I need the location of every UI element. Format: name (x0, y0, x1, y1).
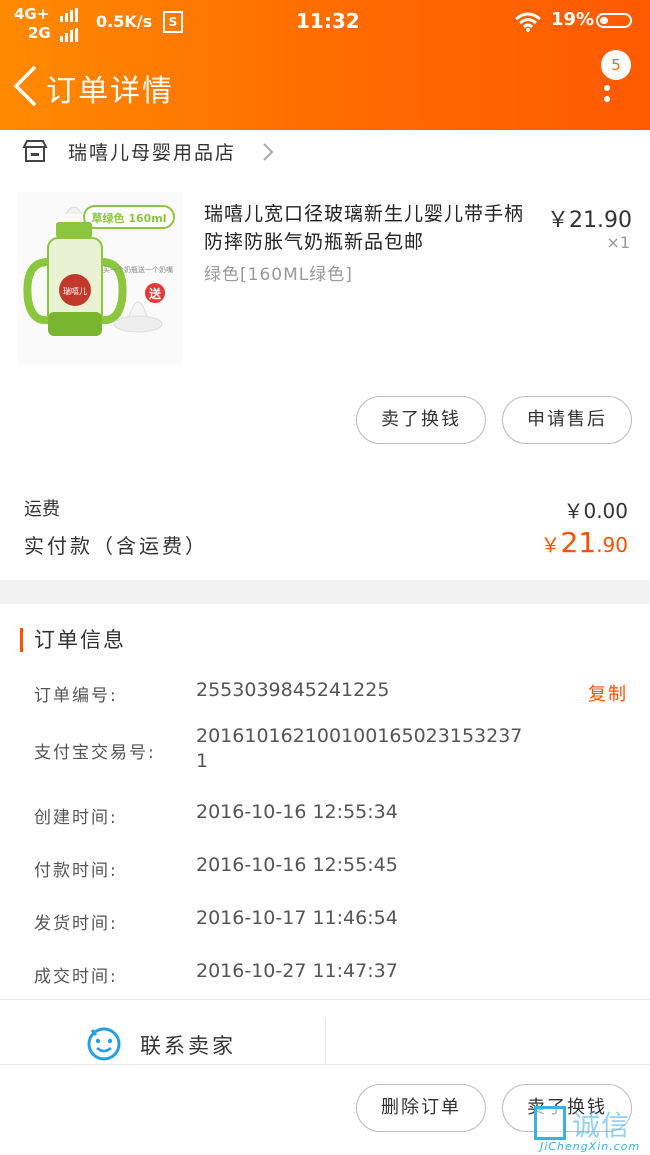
paid-amount: ￥21.90 (541, 526, 628, 559)
closed-time-label: 成交时间: (34, 967, 118, 987)
shipped-time-label: 发货时间: (34, 914, 118, 934)
after-sales-button[interactable]: 申请售后 (502, 396, 632, 444)
vertical-divider (325, 1018, 326, 1064)
wifi-icon (515, 12, 541, 32)
image-tag-text: 草绿色 160ml (91, 211, 166, 225)
shipping-value: ￥0.00 (563, 499, 628, 523)
alipay-value-line2: 1 (196, 750, 209, 772)
section-divider (0, 580, 650, 604)
chevron-right-icon (263, 143, 274, 161)
product-title[interactable]: 瑞嘻儿宽口径玻璃新生儿婴儿带手柄防摔防胀气奶瓶新品包邮 (204, 200, 534, 256)
divider-line-bottom (0, 1064, 650, 1065)
network-bottom: 2G (28, 24, 51, 42)
product-image[interactable]: 草绿色 160ml 瑞嘻儿 买一个奶瓶送一个奶嘴 送 (18, 192, 182, 364)
chat-face-icon (87, 1027, 121, 1061)
alipay-label: 支付宝交易号: (34, 743, 156, 763)
s-app-icon: S (163, 11, 183, 33)
order-info-title: 订单信息 (34, 628, 126, 652)
paid-time-label: 付款时间: (34, 861, 118, 881)
alipay-value: 20161016210010016502315323​7 (196, 725, 523, 747)
nav-bar: 订单详情 (0, 44, 650, 130)
shop-row[interactable]: 瑞嘻儿母婴用品店 (0, 130, 650, 176)
created-time-value: 2016-10-16 12:55:34 (196, 801, 398, 823)
product-quantity: ×1 (606, 233, 630, 252)
image-brand-text: 瑞嘻儿 (63, 286, 87, 296)
battery-icon (596, 13, 632, 28)
product-price: ￥21.90 (547, 208, 632, 233)
gift-badge: 送 (148, 286, 162, 301)
copy-order-number-button[interactable]: 复制 (588, 680, 628, 706)
paid-int: 21 (560, 526, 597, 559)
baby-bottle-image: 草绿色 160ml 瑞嘻儿 买一个奶瓶送一个奶嘴 送 (18, 192, 182, 364)
product-spec: 绿色[160ML绿色] (204, 265, 353, 285)
status-bar: 4G+ 2G 0.5K/s S 11:32 19% (0, 0, 650, 44)
battery-percent: 19% (551, 9, 595, 30)
shipped-time-value: 2016-10-17 11:46:54 (196, 907, 398, 929)
page-title: 订单详情 (46, 74, 174, 109)
delete-order-button[interactable]: 删除订单 (356, 1084, 486, 1132)
signal-icon (60, 8, 78, 22)
paid-dec: .90 (596, 533, 628, 557)
paid-currency: ￥ (540, 533, 561, 557)
clock: 11:32 (296, 9, 360, 33)
back-arrow-icon[interactable] (10, 66, 42, 106)
signal-icon-2 (60, 28, 78, 42)
store-icon (22, 140, 48, 162)
section-accent-bar (20, 628, 23, 652)
created-time-label: 创建时间: (34, 808, 118, 828)
closed-time-value: 2016-10-27 11:47:37 (196, 960, 398, 982)
shipping-label: 运费 (24, 499, 60, 520)
message-count-badge[interactable]: 5 (601, 50, 631, 80)
image-caption-text: 买一个奶瓶送一个奶嘴 (103, 265, 173, 274)
watermark-logo-icon (534, 1106, 566, 1140)
order-number-value: 2553039845241225 (196, 679, 390, 701)
paid-label: 实付款（含运费） (24, 534, 208, 558)
app-header: 4G+ 2G 0.5K/s S 11:32 19% 订单详情 5 (0, 0, 650, 130)
net-speed: 0.5K/s (96, 12, 153, 31)
watermark-en: JiChengXin.com (540, 1140, 641, 1153)
contact-seller-label: 联系卖家 (140, 1034, 236, 1058)
watermark-cn: 诚信 (572, 1109, 631, 1142)
site-watermark: 诚信 JiChengXin.com (534, 1104, 650, 1155)
order-number-label: 订单编号: (34, 686, 118, 706)
sell-for-cash-button[interactable]: 卖了换钱 (356, 396, 486, 444)
network-top: 4G+ (14, 5, 50, 23)
shop-name: 瑞嘻儿母婴用品店 (68, 142, 237, 164)
paid-time-value: 2016-10-16 12:55:45 (196, 854, 398, 876)
